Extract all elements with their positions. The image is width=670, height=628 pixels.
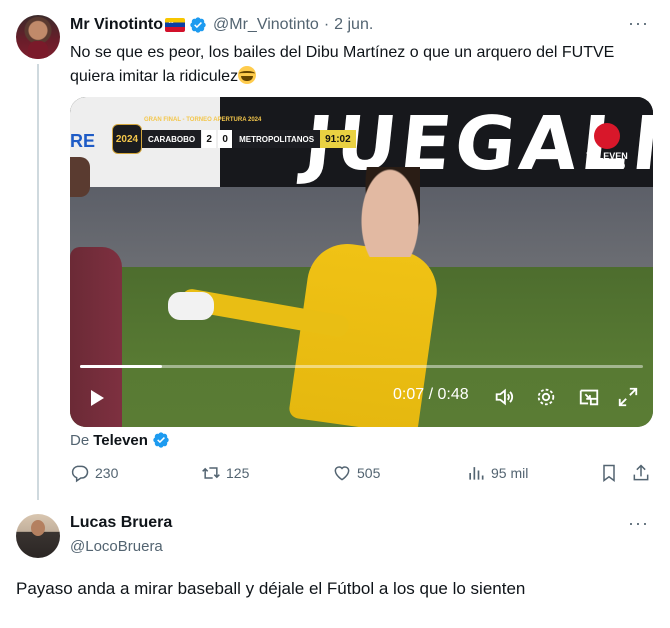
avatar[interactable] [16,15,60,59]
volume-icon[interactable] [493,386,515,408]
views-chart-icon [469,467,484,480]
tweet-text-body: No se que es peor, los bailes del Dibu M… [70,44,615,85]
source-name[interactable]: Televen [93,432,148,449]
video-progress-fill [80,365,163,368]
share-button[interactable] [631,463,656,483]
bookmark-icon [603,464,615,482]
picture-in-picture-icon[interactable] [578,386,600,408]
video-player[interactable]: RE JUEGALN GRAN FINAL - TORNEO APERTURA … [70,97,653,427]
retweet-icon [202,467,220,479]
more-options-icon[interactable]: ··· [628,14,648,38]
like-count: 505 [357,465,381,481]
bookmark-button[interactable] [599,463,624,483]
fullscreen-icon[interactable] [617,386,639,408]
thread-line [37,64,39,500]
main-tweet[interactable]: Mr Vinotinto @Mr_Vinotinto · 2 jun. ··· … [0,0,670,500]
separator-dot: · [323,16,330,33]
home-score: 2 [202,130,217,148]
source-verified-badge-icon [153,432,169,448]
video-progress-bar[interactable] [80,365,643,368]
tweet-text: No se que es peor, los bailes del Dibu M… [70,41,655,89]
away-score: 0 [218,130,233,148]
reply-text: Payaso anda a mirar baseball y déjale el… [16,579,526,598]
away-team: METROPOLITANOS [233,130,321,148]
video-time: 0:07 / 0:48 [393,386,469,403]
author-handle[interactable]: @Mr_Vinotinto [213,16,319,34]
scorebug: GRAN FINAL - TORNEO APERTURA 2024 2024 C… [112,117,356,154]
reply-author-name[interactable]: Lucas Bruera [70,514,172,532]
reply-button[interactable]: 230 [70,463,118,483]
views-button[interactable]: 95 mil [466,463,528,483]
more-options-icon[interactable]: ··· [628,514,648,538]
broadcaster-name: TELEVEN [586,151,628,161]
tweet-header: Mr Vinotinto @Mr_Vinotinto · 2 jun. [70,14,373,36]
like-button[interactable]: 505 [332,463,380,483]
author-name[interactable]: Mr Vinotinto [70,16,163,34]
views-count: 95 mil [491,465,529,481]
verified-badge-icon[interactable] [189,16,207,34]
video-source: De Televen [70,431,170,449]
televen-logo-icon [594,123,620,149]
reply-count: 230 [95,465,119,481]
video-controls: 0:07 / 0:48 [70,382,653,412]
tears-of-joy-emoji-icon [238,66,257,84]
heart-icon [334,466,350,481]
video-goalkeeper-glove [168,292,214,320]
source-prefix: De [70,431,90,449]
broadcaster-logo: TELEVEN EN VIVO [583,123,631,171]
video-goalkeeper-head [360,167,420,257]
tweet-actions: 230 125 505 95 mil [70,463,655,487]
home-team: CARABOBO [142,130,202,148]
video-player-left-head [70,157,90,197]
scorebug-logo: 2024 [112,124,142,154]
venezuela-flag-icon [165,18,186,32]
settings-icon[interactable] [535,386,557,408]
broadcaster-live: EN VIVO [588,161,626,171]
avatar[interactable] [16,514,60,558]
retweet-count: 125 [226,465,250,481]
tweet-date[interactable]: 2 jun. [334,16,373,34]
scorebug-title: GRAN FINAL - TORNEO APERTURA 2024 [144,117,262,123]
share-icon [633,464,649,481]
match-time: 91:02 [320,130,356,148]
reply-icon [71,465,89,483]
reply-author-handle[interactable]: @LocoBruera [70,538,163,555]
retweet-button[interactable]: 125 [201,463,249,483]
play-icon[interactable] [87,388,107,408]
reply-tweet[interactable]: Lucas Bruera @LocoBruera ··· Payaso anda… [0,500,670,628]
